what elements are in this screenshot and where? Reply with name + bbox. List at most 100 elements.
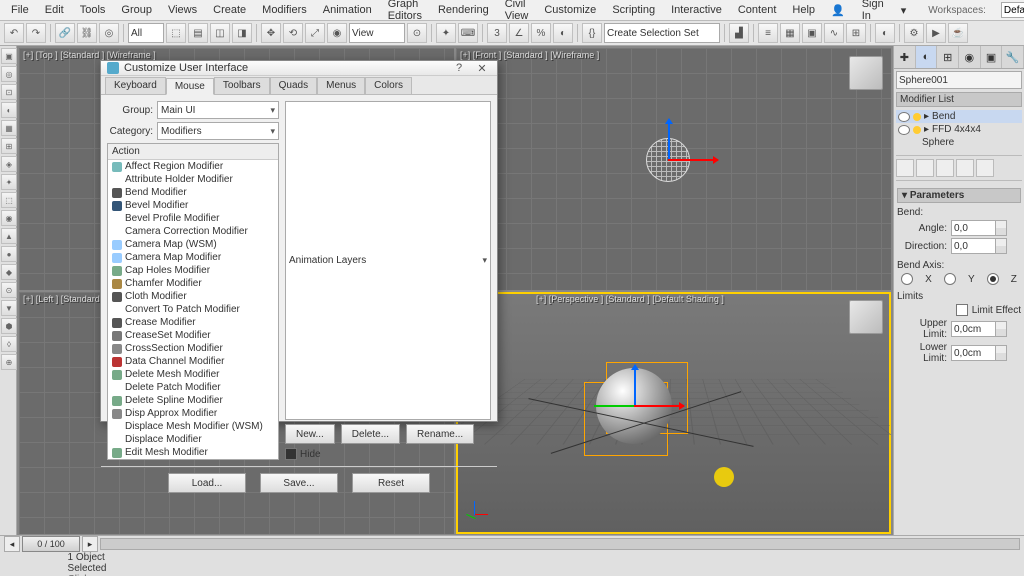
axis-y-radio[interactable] xyxy=(944,273,956,285)
action-item[interactable]: Convert To Patch Modifier xyxy=(108,303,278,316)
remove-modifier-icon[interactable] xyxy=(956,159,974,177)
scale-button[interactable]: ⤢ xyxy=(305,23,325,43)
action-item[interactable]: Crease Modifier xyxy=(108,316,278,329)
stack-item-ffd[interactable]: ▸ FFD 4x4x4 xyxy=(896,123,1022,136)
selection-filter[interactable]: All xyxy=(128,23,164,43)
tab-colors[interactable]: Colors xyxy=(365,77,412,94)
prev-frame-button[interactable]: ◂ xyxy=(4,536,20,552)
action-item[interactable]: Camera Map (WSM) xyxy=(108,238,278,251)
tool-icon[interactable]: ◈ xyxy=(1,156,17,172)
tool-icon[interactable]: ◉ xyxy=(1,210,17,226)
angle-spinner[interactable]: 0,0 xyxy=(951,220,1007,236)
tab-create[interactable]: ✚ xyxy=(894,46,916,68)
configure-sets-icon[interactable] xyxy=(976,159,994,177)
menu-graph-editors[interactable]: Graph Editors xyxy=(381,0,429,24)
menu-group[interactable]: Group xyxy=(114,2,159,18)
axis-z-radio[interactable] xyxy=(987,273,999,285)
action-item[interactable]: Bevel Profile Modifier xyxy=(108,212,278,225)
object-name-field[interactable]: Sphere001 xyxy=(896,71,1022,89)
time-slider-handle[interactable]: 0 / 100 xyxy=(22,536,80,552)
tab-display[interactable]: ▣ xyxy=(981,46,1003,68)
new-button[interactable]: New... xyxy=(285,424,335,444)
keyboard-shortcut-button[interactable]: ⌨ xyxy=(458,23,478,43)
viewport-label[interactable]: [+] [Front ] [Standard ] [Wireframe ] xyxy=(460,50,599,60)
percent-snap-button[interactable]: % xyxy=(531,23,551,43)
tool-icon[interactable]: ⊙ xyxy=(1,282,17,298)
tool-icon[interactable]: ▼ xyxy=(1,300,17,316)
menu-scripting[interactable]: Scripting xyxy=(605,2,662,18)
redo-button[interactable]: ↷ xyxy=(26,23,46,43)
tab-utilities[interactable]: 🔧 xyxy=(1002,46,1024,68)
eye-icon[interactable] xyxy=(898,125,910,135)
bulb-icon[interactable] xyxy=(913,113,921,121)
unlink-button[interactable]: ⛓ xyxy=(77,23,97,43)
rotate-button[interactable]: ⟲ xyxy=(283,23,303,43)
window-crossing-button[interactable]: ◨ xyxy=(232,23,252,43)
viewcube[interactable] xyxy=(849,300,883,334)
action-item[interactable]: Displace Modifier xyxy=(108,433,278,446)
bulb-icon[interactable] xyxy=(913,126,921,134)
link-button[interactable]: 🔗 xyxy=(55,23,75,43)
tab-menus[interactable]: Menus xyxy=(317,77,365,94)
action-item[interactable]: Delete Mesh Modifier xyxy=(108,368,278,381)
tab-toolbars[interactable]: Toolbars xyxy=(214,77,270,94)
tool-icon[interactable]: ▲ xyxy=(1,228,17,244)
viewport-label[interactable]: [+] [Top ] [Standard ] [Wireframe ] xyxy=(23,50,156,60)
menu-modifiers[interactable]: Modifiers xyxy=(255,2,314,18)
manipulate-button[interactable]: ✦ xyxy=(436,23,456,43)
tool-icon[interactable]: ● xyxy=(1,246,17,262)
undo-button[interactable]: ↶ xyxy=(4,23,24,43)
tool-icon[interactable]: ◐ xyxy=(1,102,17,118)
curve-editor-button[interactable]: ∿ xyxy=(824,23,844,43)
modifier-list-dropdown[interactable]: Modifier List xyxy=(896,92,1022,107)
pin-stack-icon[interactable] xyxy=(896,159,914,177)
render-button[interactable]: ☕ xyxy=(948,23,968,43)
time-slider[interactable]: ◂ 0 / 100 ▸ xyxy=(0,536,1024,552)
edit-selection-set-button[interactable]: {} xyxy=(582,23,602,43)
rename-button[interactable]: Rename... xyxy=(406,424,474,444)
tool-icon[interactable]: ⬚ xyxy=(1,192,17,208)
action-item[interactable]: Camera Map Modifier xyxy=(108,251,278,264)
menu-civil-view[interactable]: Civil View xyxy=(498,0,536,24)
tool-icon[interactable]: ▣ xyxy=(1,48,17,64)
viewport-perspective[interactable]: [+] [Perspective ] [Standard ] [Default … xyxy=(456,292,891,534)
menu-file[interactable]: File xyxy=(4,2,36,18)
action-item[interactable]: Bevel Modifier xyxy=(108,199,278,212)
dialog-titlebar[interactable]: Customize User Interface ? ✕ xyxy=(101,61,497,76)
tab-mouse[interactable]: Mouse xyxy=(166,78,214,95)
layer-explorer-button[interactable]: ▦ xyxy=(780,23,800,43)
schematic-view-button[interactable]: ⊞ xyxy=(846,23,866,43)
reset-button[interactable]: Reset xyxy=(352,473,430,493)
stack-item-bend[interactable]: ▸ Bend xyxy=(896,110,1022,123)
viewport-front[interactable]: [+] [Front ] [Standard ] [Wireframe ] xyxy=(456,48,891,290)
show-end-result-icon[interactable] xyxy=(916,159,934,177)
action-item[interactable]: CreaseSet Modifier xyxy=(108,329,278,342)
action-item[interactable]: CrossSection Modifier xyxy=(108,342,278,355)
hide-checkbox[interactable] xyxy=(285,448,297,460)
action-item[interactable]: Affect Region Modifier xyxy=(108,160,278,173)
layers-select[interactable]: Animation Layers xyxy=(285,101,491,420)
upper-limit-spinner[interactable]: 0,0cm xyxy=(951,321,1007,337)
action-listbox[interactable]: Action Affect Region ModifierAttribute H… xyxy=(107,143,279,460)
time-track[interactable] xyxy=(100,538,1020,550)
action-item[interactable]: Chamfer Modifier xyxy=(108,277,278,290)
menu-animation[interactable]: Animation xyxy=(316,2,379,18)
tool-icon[interactable]: ⊕ xyxy=(1,354,17,370)
select-button[interactable]: ⬚ xyxy=(166,23,186,43)
axis-x-radio[interactable] xyxy=(901,273,913,285)
bind-button[interactable]: ◎ xyxy=(99,23,119,43)
rollout-title[interactable]: ▾ Parameters xyxy=(897,188,1021,203)
eye-icon[interactable] xyxy=(898,112,910,122)
make-unique-icon[interactable] xyxy=(936,159,954,177)
placement-button[interactable]: ◉ xyxy=(327,23,347,43)
workspace-select[interactable] xyxy=(1001,2,1024,18)
render-frame-button[interactable]: ▶ xyxy=(926,23,946,43)
direction-spinner[interactable]: 0,0 xyxy=(951,238,1007,254)
modifier-stack[interactable]: ▸ Bend ▸ FFD 4x4x4 Sphere xyxy=(896,110,1022,149)
select-region-button[interactable]: ◫ xyxy=(210,23,230,43)
action-item[interactable]: Delete Spline Modifier xyxy=(108,394,278,407)
sign-in-button[interactable]: 👤 Sign In ▾ xyxy=(824,0,913,24)
menu-interactive[interactable]: Interactive xyxy=(664,2,729,18)
lower-limit-spinner[interactable]: 0,0cm xyxy=(951,345,1007,361)
menu-edit[interactable]: Edit xyxy=(38,2,71,18)
